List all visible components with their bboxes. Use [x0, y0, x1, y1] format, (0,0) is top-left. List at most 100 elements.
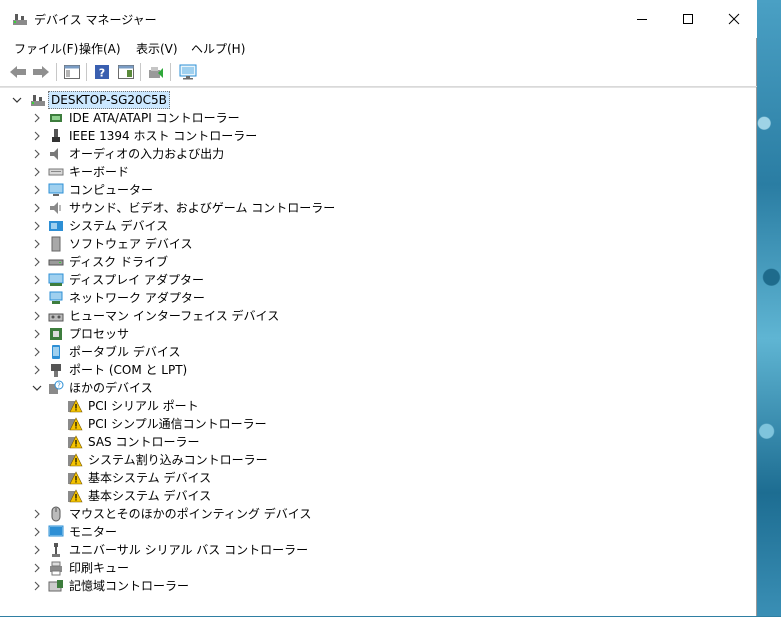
computer-desktop-icon — [30, 92, 46, 108]
chevron-right-icon[interactable] — [32, 311, 42, 321]
display-adapter-icon — [48, 272, 64, 288]
tree-category-label[interactable]: マウスとそのほかのポインティング デバイス — [69, 506, 311, 522]
update-driver-button[interactable] — [146, 62, 166, 82]
tree-category-label[interactable]: IDE ATA/ATAPI コントローラー — [69, 110, 240, 126]
chevron-right-icon[interactable] — [32, 545, 42, 555]
disk-drive-icon — [48, 254, 64, 270]
warning-device-icon — [67, 488, 83, 504]
chevron-right-icon[interactable] — [32, 221, 42, 231]
chevron-right-icon[interactable] — [32, 365, 42, 375]
tree-category-label[interactable]: キーボード — [69, 164, 129, 180]
printer-icon — [48, 560, 64, 576]
tree-category-label[interactable]: ほかのデバイス — [69, 380, 153, 396]
toolbar-separator — [170, 63, 171, 81]
port-icon — [48, 362, 64, 378]
portable-device-icon — [48, 344, 64, 360]
chevron-right-icon[interactable] — [32, 257, 42, 267]
chevron-down-icon[interactable] — [32, 383, 42, 393]
tree-category-label[interactable]: ディスプレイ アダプター — [69, 272, 204, 288]
menu-action[interactable]: 操作(A) — [79, 40, 121, 57]
tree-category-label[interactable]: ソフトウェア デバイス — [69, 236, 192, 252]
tree-category-label[interactable]: ディスク ドライブ — [69, 254, 168, 270]
chevron-right-icon[interactable] — [32, 509, 42, 519]
svg-text:?: ? — [99, 67, 105, 80]
computer-icon — [48, 182, 64, 198]
help-button[interactable]: ? — [92, 62, 112, 82]
tree-category-label[interactable]: ヒューマン インターフェイス デバイス — [69, 308, 279, 324]
tree-category-label[interactable]: システム デバイス — [69, 218, 168, 234]
toolbar-separator — [86, 63, 87, 81]
tree-device-label[interactable]: PCI シリアル ポート — [88, 398, 199, 414]
scan-hardware-button[interactable] — [178, 62, 198, 82]
tree-device-label[interactable]: 基本システム デバイス — [88, 488, 211, 504]
chevron-right-icon[interactable] — [32, 149, 42, 159]
storage-controller-icon — [48, 578, 64, 594]
tree-category-label[interactable]: モニター — [69, 524, 117, 540]
hid-icon — [48, 308, 64, 324]
ide-controller-icon — [48, 110, 64, 126]
details-pane-button[interactable] — [116, 62, 136, 82]
close-icon — [728, 13, 740, 25]
forward-button[interactable] — [31, 62, 51, 82]
menu-view[interactable]: 表示(V) — [136, 40, 178, 57]
chevron-right-icon[interactable] — [32, 329, 42, 339]
chevron-right-icon[interactable] — [32, 167, 42, 177]
chevron-down-icon[interactable] — [12, 95, 22, 105]
device-manager-app-icon — [12, 11, 28, 27]
chevron-right-icon[interactable] — [32, 347, 42, 357]
title-bar[interactable]: デバイス マネージャー — [0, 0, 757, 38]
tree-category-label[interactable]: オーディオの入力および出力 — [69, 146, 224, 162]
minimize-button[interactable] — [619, 0, 665, 38]
device-tree[interactable]: DESKTOP-SG20C5B IDE ATA/ATAPI コントローラー IEE… — [0, 87, 756, 617]
tree-category-label[interactable]: 印刷キュー — [69, 560, 129, 576]
monitor-icon — [48, 524, 64, 540]
tree-category-label[interactable]: ネットワーク アダプター — [69, 290, 205, 306]
ieee1394-icon — [48, 128, 64, 144]
mouse-icon — [48, 506, 64, 522]
tree-category-label[interactable]: ポート (COM と LPT) — [69, 362, 187, 378]
properties-view-icon — [64, 65, 80, 79]
warning-device-icon — [67, 452, 83, 468]
chevron-right-icon[interactable] — [32, 113, 42, 123]
maximize-icon — [683, 14, 693, 24]
monitor-scan-icon — [179, 64, 197, 80]
usb-icon — [48, 542, 64, 558]
back-arrow-icon — [10, 66, 26, 78]
tree-category-label[interactable]: コンピューター — [69, 182, 153, 198]
back-button[interactable] — [8, 62, 28, 82]
tree-device-label[interactable]: SAS コントローラー — [88, 434, 199, 450]
chevron-right-icon[interactable] — [32, 293, 42, 303]
help-icon: ? — [95, 65, 109, 80]
maximize-button[interactable] — [665, 0, 711, 38]
menu-help[interactable]: ヘルプ(H) — [191, 40, 245, 57]
tree-root-label[interactable]: DESKTOP-SG20C5B — [48, 91, 170, 109]
menu-bar: ファイル(F) 操作(A) 表示(V) ヘルプ(H) — [0, 38, 757, 58]
tree-device-label[interactable]: システム割り込みコントローラー — [88, 452, 268, 468]
tree-device-label[interactable]: 基本システム デバイス — [88, 470, 211, 486]
close-button[interactable] — [711, 0, 757, 38]
tree-category-label[interactable]: 記憶域コントローラー — [69, 578, 189, 594]
desktop-background — [757, 0, 781, 616]
forward-arrow-icon — [33, 66, 49, 78]
tree-category-label[interactable]: IEEE 1394 ホスト コントローラー — [69, 128, 257, 144]
svg-text:?: ? — [57, 382, 61, 390]
chevron-right-icon[interactable] — [32, 563, 42, 573]
menu-file[interactable]: ファイル(F) — [14, 40, 78, 57]
tree-category-label[interactable]: ポータブル デバイス — [69, 344, 180, 360]
update-driver-icon — [149, 67, 163, 78]
chevron-right-icon[interactable] — [32, 527, 42, 537]
chevron-right-icon[interactable] — [32, 239, 42, 249]
tree-category-label[interactable]: サウンド、ビデオ、およびゲーム コントローラー — [69, 200, 335, 216]
tree-category-label[interactable]: プロセッサ — [69, 326, 129, 342]
chevron-right-icon[interactable] — [32, 203, 42, 213]
tree-device-label[interactable]: PCI シンプル通信コントローラー — [88, 416, 267, 432]
chevron-right-icon[interactable] — [32, 275, 42, 285]
chevron-right-icon[interactable] — [32, 581, 42, 591]
sound-icon — [48, 200, 64, 216]
tree-category-label[interactable]: ユニバーサル シリアル バス コントローラー — [69, 542, 308, 558]
show-hide-tree-button[interactable] — [62, 62, 82, 82]
details-pane-icon — [118, 65, 134, 79]
speaker-icon — [48, 146, 64, 162]
chevron-right-icon[interactable] — [32, 131, 42, 141]
chevron-right-icon[interactable] — [32, 185, 42, 195]
